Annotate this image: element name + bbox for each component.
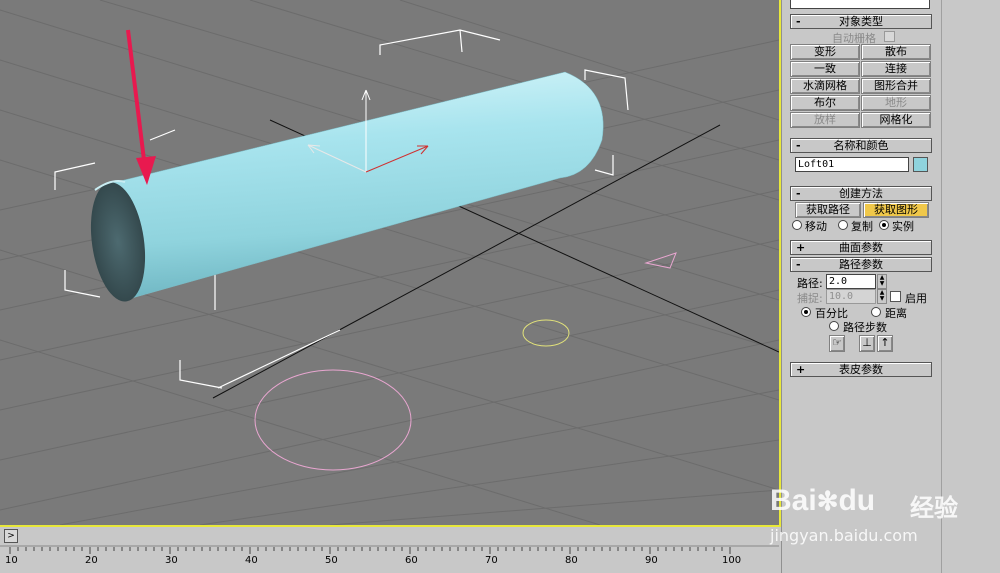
radio-move-label: 移动 (805, 220, 827, 233)
radio-instance-label: 实例 (892, 220, 914, 233)
watermark-cn: 经验 (910, 494, 958, 522)
rollout-title: 表皮参数 (839, 363, 883, 376)
rollout-sign: - (796, 258, 801, 271)
rollout-sign: - (796, 139, 801, 152)
rollout-surface-params[interactable]: + 曲面参数 (790, 240, 932, 255)
blobmesh-button[interactable]: 水滴网格 (790, 78, 860, 94)
rollout-sign: + (796, 363, 806, 376)
tick-label: 60 (405, 555, 418, 566)
distance-label: 距离 (885, 307, 907, 320)
pick-shape-icon[interactable]: ☞ (829, 335, 845, 352)
rollout-title: 对象类型 (839, 15, 883, 28)
tick-label: 10 (5, 555, 18, 566)
circle-shape-large (254, 369, 412, 471)
rollout-title: 创建方法 (839, 187, 883, 200)
watermark-url: jingyan.baidu.com (770, 526, 918, 545)
time-ruler (0, 545, 779, 554)
object-color-swatch[interactable] (913, 157, 928, 172)
tick-label: 50 (325, 555, 338, 566)
radio-move[interactable] (792, 220, 802, 230)
snap-value-field[interactable]: 10.0 (826, 289, 876, 304)
radio-path-steps[interactable] (829, 321, 839, 331)
tick-label: 100 (722, 555, 742, 566)
connect-button[interactable]: 连接 (861, 61, 931, 77)
morph-button[interactable]: 变形 (790, 44, 860, 60)
rollout-creation-method[interactable]: - 创建方法 (790, 186, 932, 201)
rollout-sign: - (796, 15, 801, 28)
scatter-button[interactable]: 散布 (861, 44, 931, 60)
rollout-title: 名称和颜色 (833, 139, 889, 152)
rollout-sign: - (796, 187, 801, 200)
path-spinner[interactable]: ▲ ▼ (877, 274, 887, 289)
radio-copy[interactable] (838, 220, 848, 230)
enable-label: 启用 (905, 292, 927, 305)
perspective-viewport[interactable] (0, 0, 781, 527)
loft-cylinder (90, 71, 604, 302)
rollout-title: 曲面参数 (839, 241, 883, 254)
tick-label: 20 (85, 555, 98, 566)
conform-button[interactable]: 一致 (790, 61, 860, 77)
get-path-button[interactable]: 获取路径 (795, 202, 861, 218)
timeline[interactable]: > 10 20 30 40 50 60 70 80 90 100 (0, 527, 779, 573)
tick-label: 90 (645, 555, 658, 566)
snap-spinner[interactable]: ▲ ▼ (877, 289, 887, 304)
path-value-field[interactable]: 2.0 (826, 274, 876, 289)
next-shape-icon[interactable]: ↑ (877, 335, 893, 352)
baidu-watermark: Bai✻du 经验 jingyan.baidu.com (770, 482, 1000, 552)
loft-button[interactable]: 放样 (790, 112, 860, 128)
radio-percent[interactable] (801, 307, 811, 317)
rollout-path-params[interactable]: - 路径参数 (790, 257, 932, 272)
rollout-sign: + (796, 241, 806, 254)
enable-checkbox[interactable] (890, 291, 901, 302)
paw-icon: ✻ (816, 486, 839, 516)
watermark-brand2: du (838, 484, 876, 517)
radio-distance[interactable] (871, 307, 881, 317)
tick-label: 40 (245, 555, 258, 566)
path-steps-label: 路径步数 (843, 321, 887, 334)
autogrid-checkbox[interactable] (884, 31, 895, 42)
boolean-button[interactable]: 布尔 (790, 95, 860, 111)
get-shape-button[interactable]: 获取图形 (863, 202, 929, 218)
rollout-object-type[interactable]: - 对象类型 (790, 14, 932, 29)
viewport-scene (0, 0, 779, 525)
radio-instance[interactable] (879, 220, 889, 230)
shapemerge-button[interactable]: 图形合并 (861, 78, 931, 94)
radio-copy-label: 复制 (851, 220, 873, 233)
rollout-skin-params[interactable]: + 表皮参数 (790, 362, 932, 377)
tick-label: 80 (565, 555, 578, 566)
terrain-button[interactable]: 地形 (861, 95, 931, 111)
watermark-brand: Bai (770, 484, 817, 517)
mesher-button[interactable]: 网格化 (861, 112, 931, 128)
rollout-name-color[interactable]: - 名称和颜色 (790, 138, 932, 153)
top-name-field[interactable] (790, 0, 930, 9)
path-label: 路径: (797, 277, 823, 290)
prev-shape-icon[interactable]: ⊥ (859, 335, 875, 352)
tick-label: 70 (485, 555, 498, 566)
rollout-title: 路径参数 (839, 258, 883, 271)
object-name-field[interactable]: Loft01 (795, 157, 909, 172)
snap-label: 捕捉: (797, 292, 823, 305)
tick-label: 30 (165, 555, 178, 566)
